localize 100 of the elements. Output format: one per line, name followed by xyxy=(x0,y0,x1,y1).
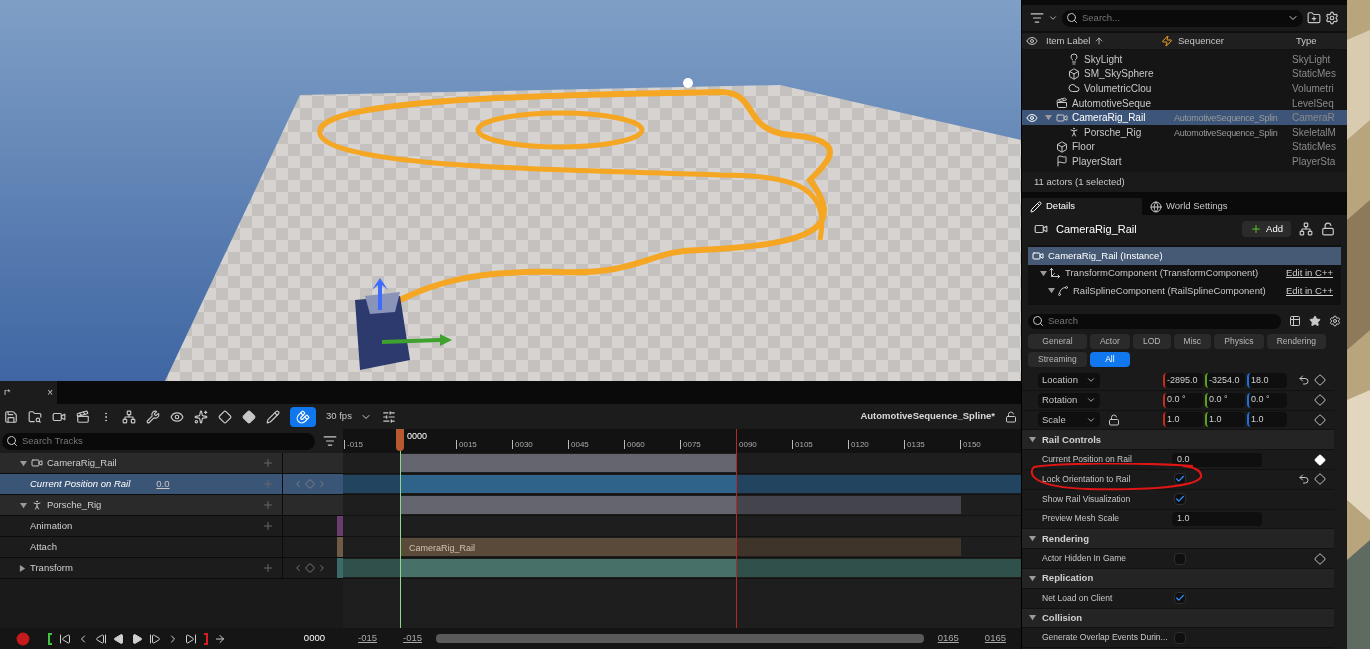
step-back-icon[interactable] xyxy=(95,632,107,645)
range-field[interactable]: 0165 xyxy=(984,631,1006,646)
panel-tab[interactable]: Details xyxy=(1022,198,1142,215)
range-end-icon[interactable] xyxy=(203,632,208,645)
column-header[interactable]: Type xyxy=(1292,33,1342,49)
eye-icon[interactable] xyxy=(170,409,184,424)
expanded-caret-icon[interactable] xyxy=(1028,614,1036,622)
component-row[interactable]: TransformComponent (TransformComponent) Edit in C++ xyxy=(1028,264,1341,282)
outliner-row[interactable]: Floor StaticMes xyxy=(1022,139,1347,155)
folder-search-icon[interactable] xyxy=(28,409,42,424)
play-icon[interactable] xyxy=(131,632,143,645)
outliner-row[interactable]: SkyLight SkyLight xyxy=(1022,52,1347,67)
key-diamond-icon[interactable] xyxy=(218,409,232,424)
track-value[interactable]: 0.0 xyxy=(156,476,170,492)
eye-icon[interactable] xyxy=(1026,111,1038,124)
collapsed-caret-icon[interactable] xyxy=(19,564,26,572)
track-row[interactable]: Porsche_Rig xyxy=(0,495,343,516)
number-field[interactable]: 1.0 xyxy=(1172,511,1262,526)
sparkle-icon[interactable] xyxy=(194,409,208,424)
key-diamond-icon[interactable] xyxy=(1314,473,1326,486)
outliner-row[interactable]: Porsche_Rig AutomotiveSequence_Splin SkeletalM xyxy=(1022,124,1347,140)
filter-icon[interactable] xyxy=(323,434,337,448)
range-field[interactable]: -015 xyxy=(358,631,377,646)
track-row[interactable]: CameraRig_Rail xyxy=(0,453,343,474)
track-row[interactable]: Current Position on Rail 0.0 xyxy=(0,474,343,495)
column-header[interactable]: Sequencer xyxy=(1174,33,1292,49)
clapperboard-icon[interactable] xyxy=(76,409,90,424)
expanded-caret-icon[interactable] xyxy=(20,501,27,509)
reverse-play-icon[interactable] xyxy=(113,632,125,645)
add-button[interactable]: Add xyxy=(1242,221,1291,237)
folder-add-icon[interactable] xyxy=(1307,11,1321,25)
outliner-row[interactable]: VolumetricClou Volumetri xyxy=(1022,81,1347,96)
wrench-icon[interactable] xyxy=(146,409,160,424)
component-row[interactable]: CameraRig_Rail (Instance) xyxy=(1028,247,1341,265)
frame-rate-dropdown[interactable]: 30 fps xyxy=(326,409,372,424)
step-forward-icon[interactable] xyxy=(149,632,161,645)
key-diamond-icon[interactable] xyxy=(1314,394,1326,407)
expanded-caret-icon[interactable] xyxy=(1048,287,1055,295)
property-dropdown[interactable]: Scale xyxy=(1038,412,1100,428)
filter-tab[interactable]: General xyxy=(1028,334,1087,349)
eye-icon[interactable] xyxy=(1026,35,1038,47)
grid-icon[interactable] xyxy=(1289,315,1301,327)
pencil-icon[interactable] xyxy=(266,409,280,424)
filter-tab[interactable]: Actor xyxy=(1089,334,1130,349)
expanded-caret-icon[interactable] xyxy=(1028,574,1036,582)
number-field[interactable]: 0.0 ° xyxy=(1205,392,1245,408)
section-bar[interactable] xyxy=(400,538,736,556)
filter-icon[interactable] xyxy=(1030,11,1044,25)
number-field[interactable]: 0.0 ° xyxy=(1247,392,1287,408)
key-diamond-icon[interactable] xyxy=(1314,374,1326,387)
number-field[interactable]: 18.0 xyxy=(1247,372,1287,388)
range-field[interactable]: -015 xyxy=(403,631,423,646)
column-header[interactable]: Item Label xyxy=(1046,33,1091,49)
filter-tab[interactable]: Rendering xyxy=(1266,334,1326,349)
range-field[interactable]: 0165 xyxy=(937,631,959,646)
edit-link[interactable]: Edit in C++ xyxy=(1286,283,1333,298)
key-diamond-icon[interactable] xyxy=(1314,414,1326,426)
track-row[interactable]: Attach xyxy=(0,537,343,558)
skip-back-icon[interactable] xyxy=(59,632,71,645)
sequencer-tab[interactable]: r* × xyxy=(0,381,57,404)
playhead-handle[interactable] xyxy=(396,429,404,451)
edit-link[interactable]: Edit in C++ xyxy=(1286,266,1333,281)
search-bar[interactable]: Search... xyxy=(1062,9,1303,27)
unlocked-icon[interactable] xyxy=(1108,414,1120,426)
unlocked-icon[interactable] xyxy=(1321,222,1335,236)
property-dropdown[interactable]: Location xyxy=(1038,372,1100,388)
number-field[interactable]: 0.0 ° xyxy=(1163,392,1203,408)
number-field[interactable]: 1.0 xyxy=(1205,412,1245,428)
key-diamond-icon[interactable] xyxy=(242,409,256,424)
filter-tab[interactable]: All xyxy=(1089,352,1130,367)
unlocked-icon[interactable] xyxy=(1005,410,1017,423)
hierarchy-icon[interactable] xyxy=(1299,222,1313,236)
checkbox[interactable] xyxy=(1174,552,1186,565)
outliner-row[interactable]: PlayerStart PlayerSta xyxy=(1022,154,1347,169)
track-row[interactable]: Animation xyxy=(0,516,343,537)
key-diamond-icon[interactable] xyxy=(1314,552,1326,565)
number-field[interactable]: 0.0 xyxy=(1172,452,1262,467)
sort-arrow-icon[interactable] xyxy=(1094,36,1105,46)
timeline-scrollbar[interactable] xyxy=(436,634,924,643)
outliner-row[interactable]: AutomotiveSeque LevelSeq xyxy=(1022,95,1347,111)
filter-tab[interactable]: Streaming xyxy=(1028,352,1087,367)
number-field[interactable]: 1.0 xyxy=(1247,412,1287,428)
range-start-icon[interactable] xyxy=(48,632,53,645)
panel-tab[interactable]: World Settings xyxy=(1142,198,1262,215)
checkbox[interactable] xyxy=(1174,493,1186,506)
previous-key-icon[interactable] xyxy=(293,563,303,573)
settings-icon[interactable] xyxy=(1329,315,1341,327)
checkbox[interactable] xyxy=(1174,631,1186,644)
skip-forward-icon[interactable] xyxy=(185,632,197,645)
search-bar[interactable]: Search Tracks xyxy=(2,432,315,450)
reset-icon[interactable] xyxy=(1298,374,1310,387)
section-header[interactable]: Collision xyxy=(1022,608,1334,629)
curve-editor-icon[interactable] xyxy=(381,409,396,424)
number-field[interactable]: -2895.0 xyxy=(1163,372,1203,388)
expanded-caret-icon[interactable] xyxy=(1028,535,1036,543)
checkbox[interactable] xyxy=(1174,473,1186,486)
filter-tab[interactable]: LOD xyxy=(1132,334,1171,349)
settings-icon[interactable] xyxy=(1325,11,1339,25)
reset-icon[interactable] xyxy=(1298,473,1310,486)
close-icon[interactable]: × xyxy=(47,385,53,400)
